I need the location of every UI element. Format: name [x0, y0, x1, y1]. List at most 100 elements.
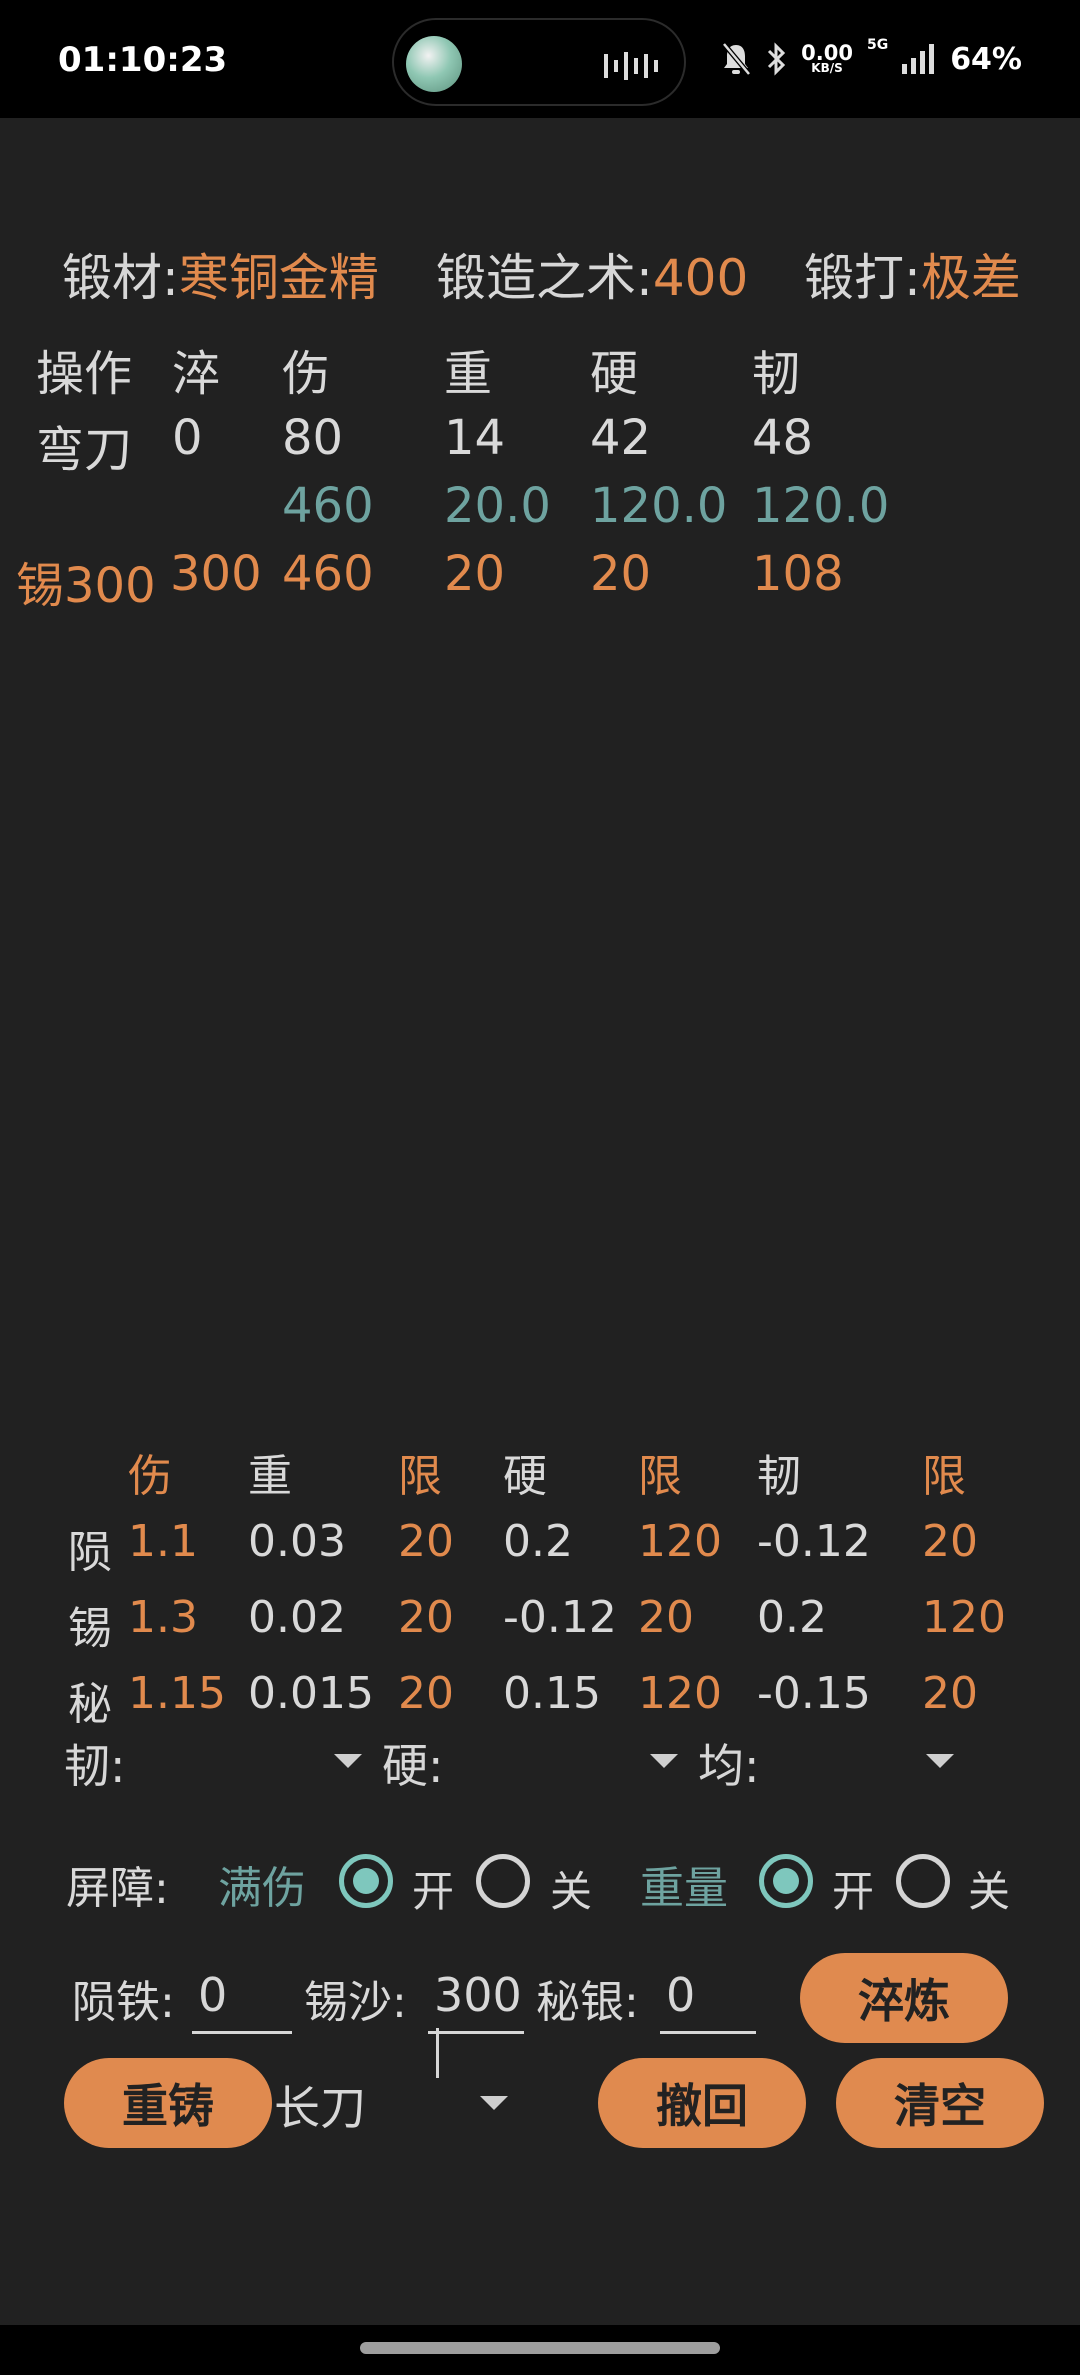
- chevron-down-icon: [926, 1754, 954, 1768]
- app-avatar-icon: [406, 36, 462, 92]
- chevron-down-icon: [650, 1754, 678, 1768]
- coef-row-name: 锡: [68, 1603, 112, 1654]
- coef-header: 伤: [128, 1451, 172, 1502]
- coef-cell: 0.2: [757, 1592, 827, 1643]
- coef-cell: -0.12: [757, 1516, 871, 1567]
- avg-dropdown-label: 均:: [698, 1739, 760, 1793]
- chevron-down-icon: [480, 2096, 508, 2110]
- stats-header: 淬: [172, 346, 221, 402]
- audio-wave-icon: [604, 52, 658, 80]
- stats-result: 108: [752, 546, 844, 602]
- tough-dropdown-label: 韧:: [64, 1739, 126, 1793]
- skill-value: 400: [652, 249, 749, 307]
- stats-header: 伤: [282, 346, 331, 402]
- coef-row-name: 秘: [68, 1679, 112, 1730]
- hard-dropdown-label: 硬:: [382, 1739, 444, 1793]
- quality-info: 锻打:极差: [804, 238, 1021, 310]
- net-speed: 0.00 KB/S: [801, 41, 853, 75]
- status-icons: 0.00 KB/S 5G 64%: [721, 34, 1022, 84]
- stats-result: 20: [590, 546, 652, 602]
- skill-label: 锻造之术:: [436, 249, 653, 307]
- weight-on-label: 开: [832, 1867, 875, 1916]
- stats-result: 300: [170, 546, 262, 602]
- full-damage-label: 满伤: [218, 1863, 306, 1914]
- stats-cell: 0: [172, 410, 203, 466]
- mute-bell-icon: [722, 42, 752, 76]
- stats-result: 20: [444, 546, 506, 602]
- stats-result: 460: [282, 546, 374, 602]
- coef-header: 韧: [757, 1451, 801, 1502]
- net-type: 5G: [866, 37, 889, 53]
- battery-level: 64%: [950, 41, 1022, 77]
- quality-label: 锻打:: [804, 249, 921, 307]
- full-damage-on-radio[interactable]: [339, 1854, 393, 1908]
- coef-cell: 20: [398, 1668, 454, 1719]
- coef-cell: 120: [922, 1592, 1006, 1643]
- coef-cell: 120: [638, 1516, 722, 1567]
- meteor-iron-input[interactable]: 0: [192, 1968, 292, 2034]
- stats-cell: 42: [590, 410, 652, 466]
- stats-cell: 14: [444, 410, 506, 466]
- coef-cell: 0.03: [248, 1516, 346, 1567]
- dynamic-island[interactable]: [392, 18, 686, 106]
- stats-cell: 80: [282, 410, 344, 466]
- stats-cap: 120.0: [752, 478, 890, 534]
- coef-cell: 20: [922, 1516, 978, 1567]
- coef-cell: 20: [398, 1592, 454, 1643]
- coef-cell: 20: [638, 1592, 694, 1643]
- quench-button[interactable]: 淬炼: [800, 1953, 1008, 2043]
- recast-button[interactable]: 重铸: [64, 2058, 272, 2148]
- weight-off-radio[interactable]: [896, 1854, 950, 1908]
- coef-cell: 0.2: [503, 1516, 573, 1567]
- tough-dropdown[interactable]: 韧:: [64, 1730, 364, 1796]
- material-label: 锻材:: [62, 249, 179, 307]
- stats-cell: 48: [752, 410, 814, 466]
- coef-cell: 120: [638, 1668, 722, 1719]
- status-bar: 01:10:23 0.00 KB/S 5G 64%: [0, 0, 1080, 118]
- home-indicator[interactable]: [360, 2342, 720, 2354]
- coef-cell: 1.15: [128, 1668, 226, 1719]
- weight-on-radio[interactable]: [759, 1854, 813, 1908]
- weight-off-label: 关: [968, 1867, 1011, 1916]
- coef-cell: -0.12: [503, 1592, 617, 1643]
- hard-dropdown[interactable]: 硬:: [382, 1730, 682, 1796]
- coef-cell: -0.15: [757, 1668, 871, 1719]
- avg-dropdown[interactable]: 均:: [698, 1730, 978, 1796]
- material-value: 寒铜金精: [178, 249, 379, 307]
- full-damage-on-label: 开: [412, 1867, 455, 1916]
- coef-cell: 1.1: [128, 1516, 198, 1567]
- coef-header: 硬: [503, 1451, 547, 1502]
- coef-cell: 0.02: [248, 1592, 346, 1643]
- coef-header: 限: [398, 1451, 442, 1502]
- tin-sand-label: 锡沙:: [304, 1977, 407, 2028]
- full-damage-off-label: 关: [550, 1867, 593, 1916]
- stats-header: 韧: [752, 346, 801, 402]
- text-cursor: [436, 2027, 439, 2078]
- coef-header: 限: [638, 1451, 682, 1502]
- stats-cap: 20.0: [444, 478, 551, 534]
- skill-info: 锻造之术:400: [436, 238, 748, 310]
- coef-cell: 1.3: [128, 1592, 198, 1643]
- full-damage-off-radio[interactable]: [476, 1854, 530, 1908]
- clear-button[interactable]: 清空: [836, 2058, 1044, 2148]
- stats-header: 操作: [36, 346, 133, 402]
- coef-header: 重: [248, 1451, 292, 1502]
- tin-sand-input[interactable]: 300: [428, 1968, 524, 2078]
- stats-cap: 460: [282, 478, 374, 534]
- signal-icon: [902, 44, 935, 74]
- stats-result: 锡300: [16, 558, 156, 614]
- quality-value: 极差: [920, 249, 1021, 307]
- chevron-down-icon: [334, 1754, 362, 1768]
- stats-header: 硬: [590, 346, 639, 402]
- coef-header: 限: [922, 1451, 966, 1502]
- weapon-select-value: 长刀: [274, 2081, 366, 2135]
- mithril-input[interactable]: 0: [660, 1968, 756, 2034]
- coef-cell: 20: [398, 1516, 454, 1567]
- weapon-select[interactable]: 长刀: [274, 2072, 524, 2135]
- bluetooth-icon: [768, 42, 786, 76]
- coef-cell: 20: [922, 1668, 978, 1719]
- undo-button[interactable]: 撤回: [598, 2058, 806, 2148]
- coef-row-name: 陨: [68, 1527, 112, 1578]
- meteor-iron-label: 陨铁:: [72, 1977, 175, 2028]
- stats-cell: 弯刀: [36, 422, 133, 478]
